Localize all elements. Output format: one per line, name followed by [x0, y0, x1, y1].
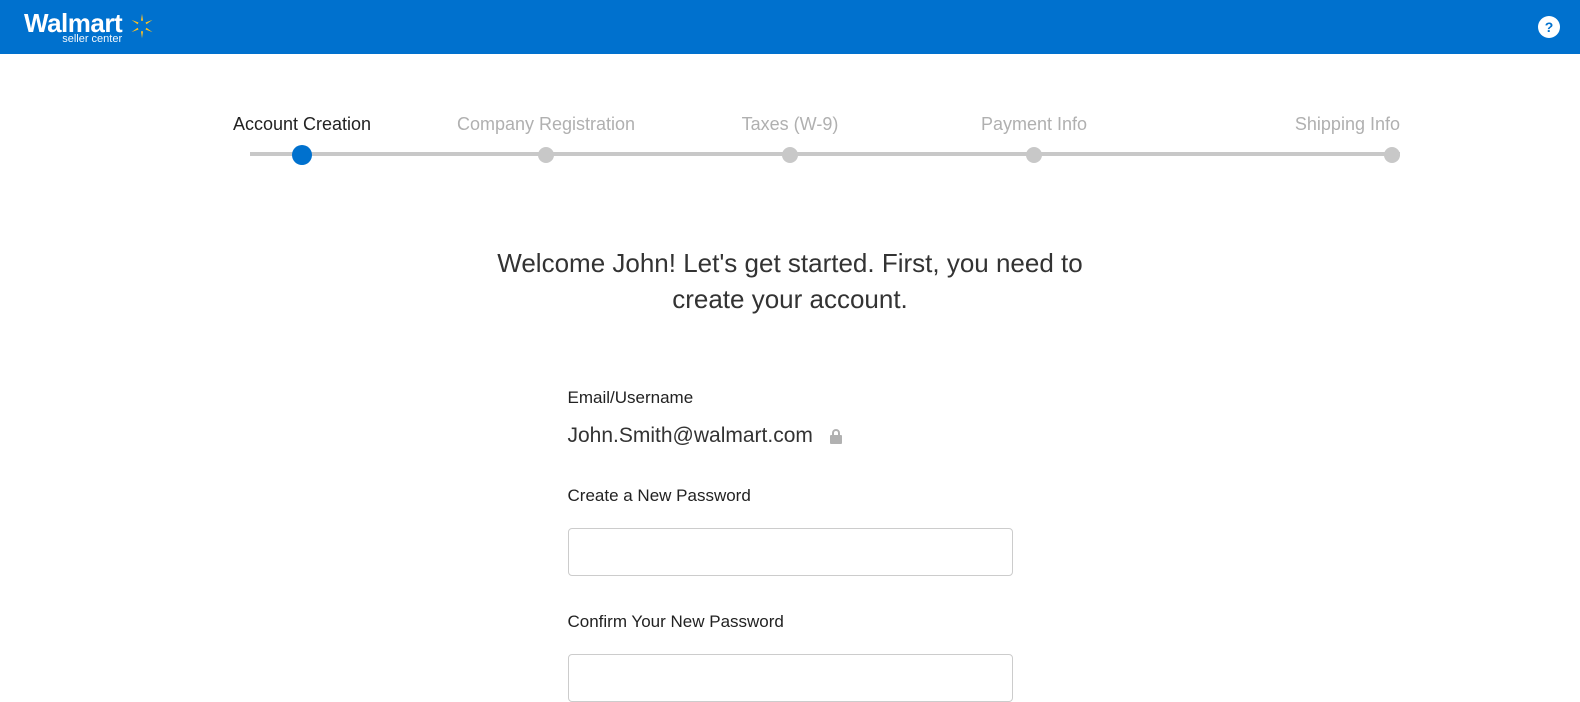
email-label: Email/Username [568, 388, 1013, 408]
brand-logo: Walmart seller center [24, 10, 156, 45]
help-icon[interactable]: ? [1538, 16, 1560, 38]
brand-sub: seller center [24, 34, 122, 45]
lock-icon [829, 428, 843, 444]
account-form: Email/Username John.Smith@walmart.com Cr… [568, 388, 1013, 702]
step-label: Taxes (W-9) [742, 114, 839, 135]
step-label: Shipping Info [1295, 114, 1400, 135]
brand-main: Walmart [24, 10, 122, 36]
step-dot [292, 145, 312, 165]
step-company-registration[interactable]: Company Registration [424, 114, 668, 165]
brand-text: Walmart seller center [24, 10, 122, 45]
confirm-password-label: Confirm Your New Password [568, 612, 1013, 632]
step-shipping-info[interactable]: Shipping Info [1156, 114, 1400, 165]
step-dot [782, 147, 798, 163]
step-dot [1026, 147, 1042, 163]
walmart-spark-icon [128, 12, 156, 40]
confirm-password-group: Confirm Your New Password [568, 612, 1013, 702]
step-account-creation[interactable]: Account Creation [180, 114, 424, 165]
main-content: Account Creation Company Registration Ta… [0, 54, 1580, 702]
step-dot [1384, 147, 1400, 163]
welcome-heading: Welcome John! Let's get started. First, … [480, 245, 1100, 318]
password-label: Create a New Password [568, 486, 1013, 506]
email-group: Email/Username John.Smith@walmart.com [568, 388, 1013, 448]
step-label: Payment Info [981, 114, 1087, 135]
password-group: Create a New Password [568, 486, 1013, 576]
step-label: Account Creation [233, 114, 371, 135]
email-value: John.Smith@walmart.com [568, 424, 813, 448]
email-readonly: John.Smith@walmart.com [568, 424, 1013, 448]
progress-stepper: Account Creation Company Registration Ta… [180, 114, 1400, 165]
top-header: Walmart seller center ? [0, 0, 1580, 54]
step-taxes[interactable]: Taxes (W-9) [668, 114, 912, 165]
confirm-password-input[interactable] [568, 654, 1013, 702]
password-input[interactable] [568, 528, 1013, 576]
step-label: Company Registration [457, 114, 635, 135]
step-payment-info[interactable]: Payment Info [912, 114, 1156, 165]
step-dot [538, 147, 554, 163]
